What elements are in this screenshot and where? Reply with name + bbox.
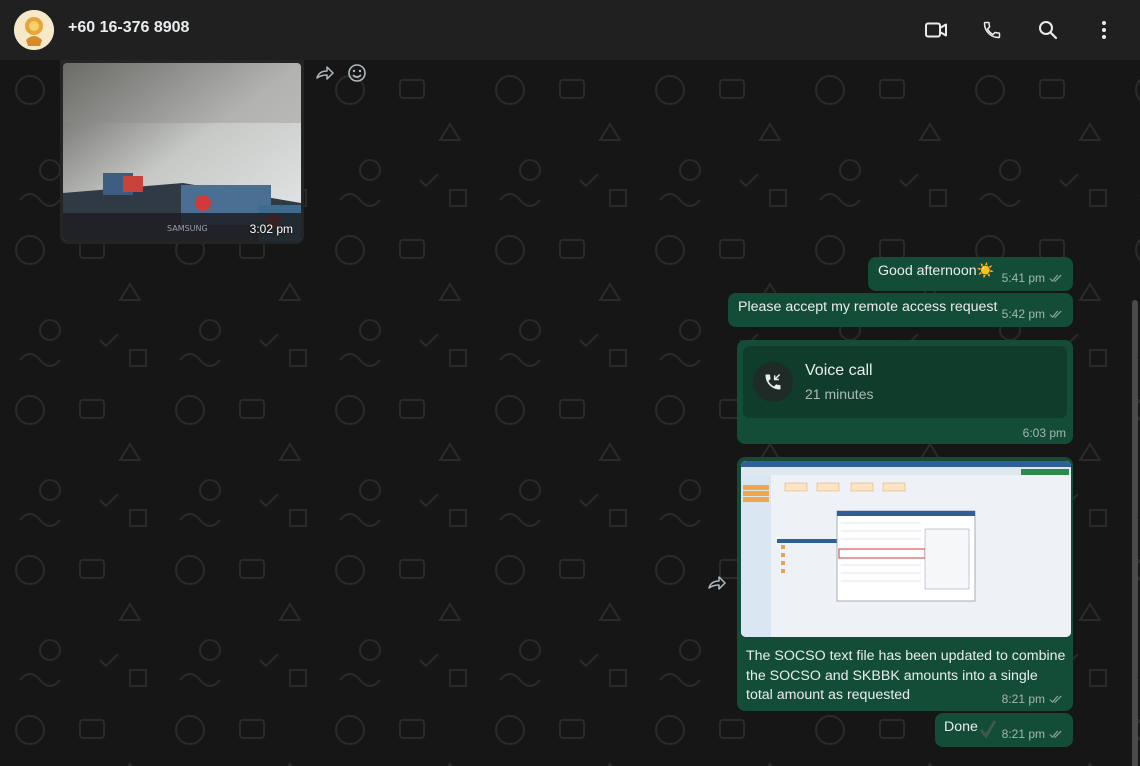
voice-call-message[interactable]: Voice call 21 minutes 6:03 pm: [737, 340, 1073, 444]
call-title: Voice call: [805, 362, 873, 379]
message-time: 8:21 pm: [1001, 692, 1045, 706]
received-photo[interactable]: SAMSUNG 3:02 pm: [63, 63, 301, 241]
double-tick-icon: [1049, 310, 1062, 318]
outgoing-image-message[interactable]: The SOCSO text file has been updated to …: [737, 457, 1073, 711]
double-tick-icon: [1049, 730, 1062, 738]
double-tick-icon: [1049, 695, 1062, 703]
sent-screenshot[interactable]: [741, 461, 1071, 637]
message-text: Please accept my remote access request: [738, 299, 998, 315]
message-time: 5:42 pm: [1001, 307, 1045, 321]
incoming-call-icon: [753, 362, 793, 402]
sun-emoji: ☀️: [976, 263, 995, 279]
forward-icon[interactable]: [706, 572, 728, 594]
outgoing-message[interactable]: Done 8:21 pm: [935, 713, 1073, 747]
forward-icon[interactable]: [314, 62, 336, 84]
contact-avatar[interactable]: [14, 10, 54, 50]
message-time: 6:03 pm: [1022, 426, 1066, 440]
emoji-react-icon[interactable]: [346, 62, 368, 84]
incoming-image-message[interactable]: SAMSUNG 3:02 pm: [60, 60, 304, 244]
voice-call-icon[interactable]: [980, 18, 1004, 42]
message-text: Done: [944, 719, 978, 735]
check-mark-icon: [979, 720, 997, 739]
message-time: 8:21 pm: [1001, 727, 1045, 741]
message-time: 3:02 pm: [249, 222, 293, 236]
monitor-brand-label: SAMSUNG: [167, 224, 208, 233]
contact-name[interactable]: +60 16-376 8908: [68, 19, 189, 37]
call-card[interactable]: Voice call 21 minutes: [743, 346, 1067, 418]
chat-scrollbar[interactable]: [1132, 300, 1138, 766]
menu-icon[interactable]: [1092, 18, 1116, 42]
search-icon[interactable]: [1036, 18, 1060, 42]
message-text: Good afternoon☀️: [878, 263, 995, 279]
outgoing-message[interactable]: Good afternoon☀️ 5:41 pm: [868, 257, 1073, 291]
message-time: 5:41 pm: [1001, 271, 1045, 285]
outgoing-message[interactable]: Please accept my remote access request 5…: [728, 293, 1073, 327]
chat-header: +60 16-376 8908: [0, 0, 1140, 60]
chat-area[interactable]: SAMSUNG 3:02 pm Good afternoon☀️ 5:41 pm…: [0, 60, 1140, 766]
call-duration: 21 minutes: [805, 386, 874, 402]
video-call-icon[interactable]: [924, 18, 948, 42]
double-tick-icon: [1049, 274, 1062, 282]
